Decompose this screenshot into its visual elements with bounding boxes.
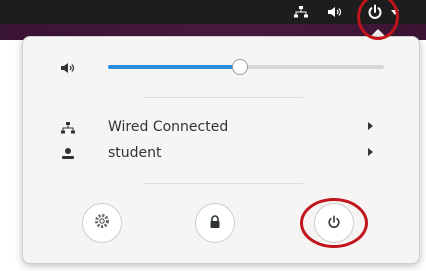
network-wired-icon[interactable] [294,3,308,21]
volume-icon [61,59,77,78]
volume-slider-handle[interactable] [232,59,249,75]
system-menu: Wired Connected student [22,36,420,264]
separator [143,183,303,184]
chevron-down-icon[interactable] [390,3,400,21]
volume-slider[interactable] [108,59,384,75]
lock-icon [209,214,221,233]
settings-icon [94,213,110,233]
settings-button[interactable] [82,203,122,243]
user-icon [61,145,75,164]
separator [143,97,303,98]
volume-icon[interactable] [328,3,344,21]
volume-row [23,55,419,79]
power-off-button[interactable] [314,203,354,243]
submenu-arrow-icon [368,148,373,156]
menu-item-label: student [108,145,162,161]
network-wired-icon [61,119,75,138]
submenu-arrow-icon [368,122,373,130]
menu-item-wired-connected[interactable]: Wired Connected [23,117,419,139]
screenshot-stage: Wired Connected student [0,0,426,271]
menu-item-label: Wired Connected [108,119,229,135]
power-icon[interactable] [367,3,383,21]
menu-item-user[interactable]: student [23,143,419,165]
lock-button[interactable] [195,203,235,243]
power-icon [327,214,341,233]
volume-slider-fill [108,65,241,69]
top-bar [0,0,426,24]
